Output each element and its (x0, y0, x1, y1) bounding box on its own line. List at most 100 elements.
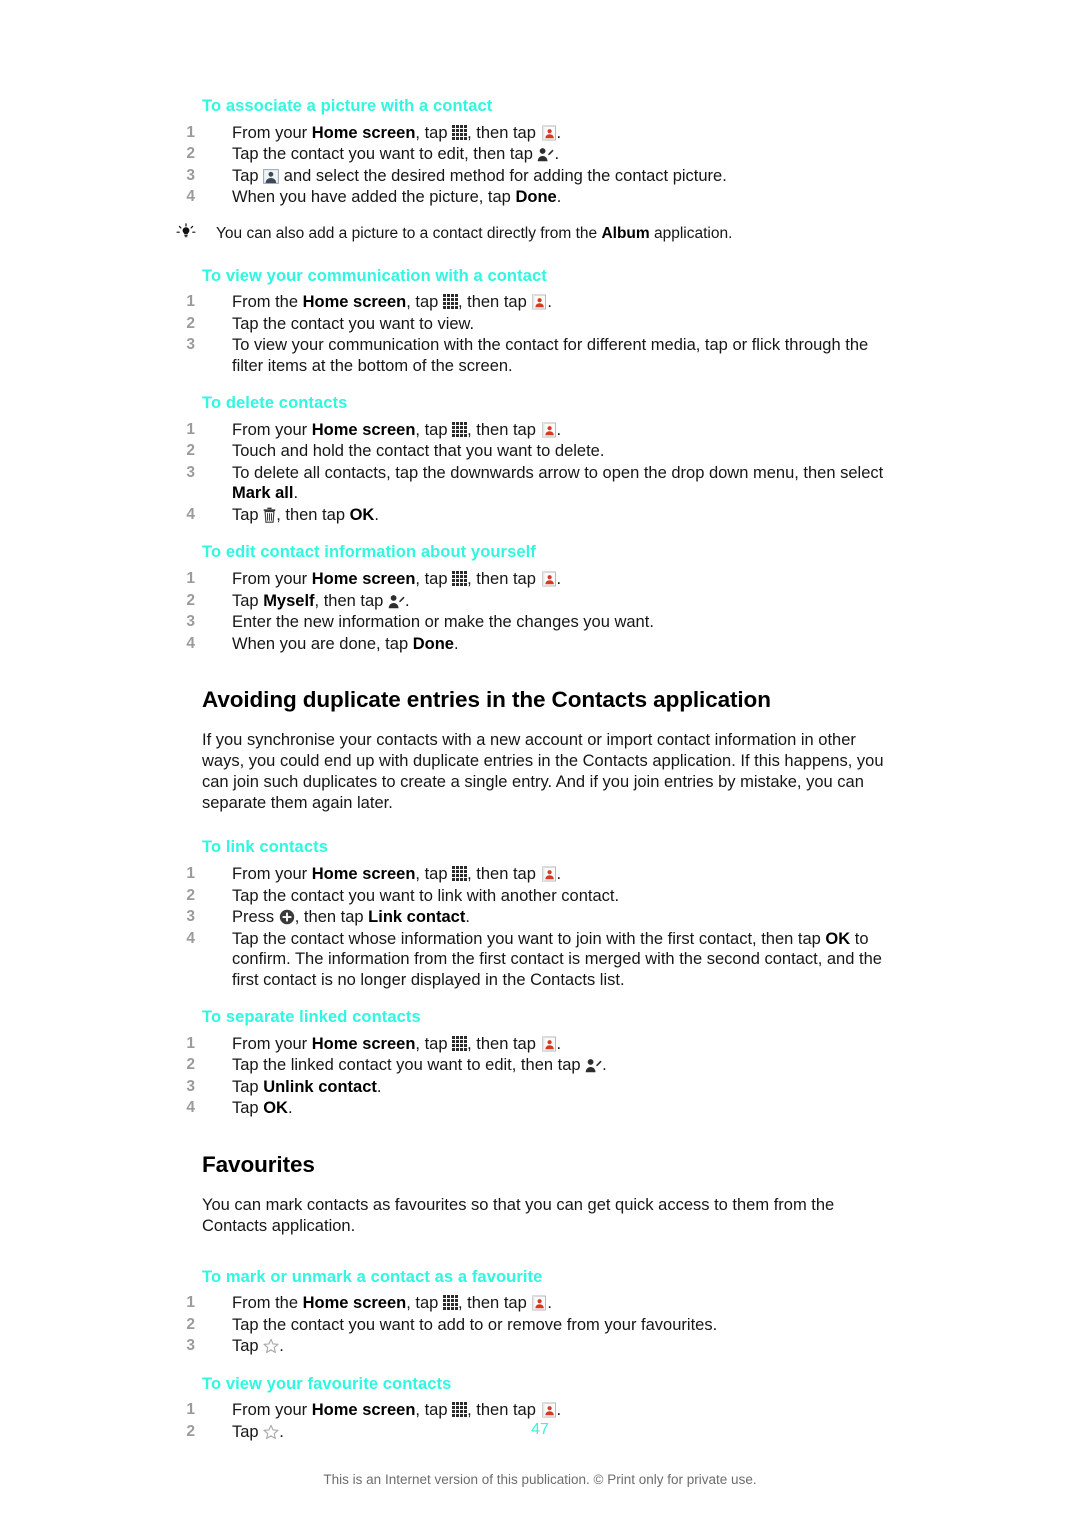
section-favourites: Favourites You can mark contacts as favo… (202, 1150, 902, 1237)
step-text: Tap , then tap OK. (232, 505, 379, 524)
step-list: From your Home screen, tap , then tap . T… (179, 864, 902, 991)
emphasis: Home screen (311, 1401, 416, 1420)
step-item: Press , then tap Link contact. (179, 907, 902, 928)
step-text: Tap Myself, then tap . (232, 591, 410, 610)
step-item: Tap the linked contact you want to edit,… (179, 1055, 902, 1076)
procedure-heading: To edit contact information about yourse… (202, 543, 536, 562)
emphasis: Home screen (311, 865, 416, 884)
step-item: Tap the contact you want to edit, then t… (179, 144, 902, 165)
step-text: Tap Unlink contact. (232, 1077, 382, 1096)
step-text: Press , then tap Link contact. (232, 908, 470, 927)
contacts-icon (531, 1295, 547, 1311)
plus-circle-icon (279, 909, 295, 925)
contacts-icon (541, 866, 557, 882)
section-heading: Avoiding duplicate entries in the Contac… (202, 687, 771, 712)
emphasis: Home screen (311, 1034, 416, 1053)
step-text: From your Home screen, tap , then tap . (232, 570, 562, 588)
emphasis: OK (349, 505, 375, 524)
contacts-icon (541, 125, 557, 141)
step-list: From the Home screen, tap , then tap . Ta… (179, 1293, 902, 1357)
page-content: To associate a picture with a contact Fr… (176, 96, 902, 1443)
step-text: Tap the contact you want to link with an… (232, 886, 620, 905)
step-text: From your Home screen, tap , then tap . (232, 865, 562, 884)
step-item: From your Home screen, tap , then tap . (179, 864, 902, 885)
trash-icon (263, 507, 276, 523)
section-edit-own-info: To edit contact information about yourse… (179, 542, 902, 654)
step-text: Tap the contact whose information you wa… (232, 929, 882, 989)
step-text: Tap the contact you want to edit, then t… (232, 145, 560, 164)
emphasis: Home screen (302, 293, 407, 312)
step-text: From the Home screen, tap , then tap . (232, 293, 552, 312)
step-item: Tap the contact you want to link with an… (179, 886, 902, 907)
edit-person-icon (388, 594, 405, 609)
grid-icon (452, 571, 468, 586)
step-list: From your Home screen, tap , then tap . T… (179, 569, 902, 654)
contacts-icon (541, 1402, 557, 1418)
section-heading: Favourites (202, 1151, 315, 1177)
emphasis: Home screen (311, 570, 416, 588)
step-text: From your Home screen, tap , then tap . (232, 1401, 562, 1420)
step-text: From your Home screen, tap , then tap . (232, 420, 562, 439)
procedure-heading: To separate linked contacts (202, 1008, 421, 1027)
step-item: Tap the contact you want to add to or re… (179, 1315, 902, 1336)
section-link-contacts: To link contacts From your Home screen, … (179, 837, 902, 991)
step-item: From your Home screen, tap , then tap . (179, 1400, 902, 1421)
emphasis: Mark all (232, 484, 294, 503)
step-item: Tap Unlink contact. (179, 1077, 902, 1098)
procedure-heading: To mark or unmark a contact as a favouri… (202, 1267, 543, 1286)
emphasis: OK (825, 929, 851, 948)
tip-callout: You can also add a picture to a contact … (174, 222, 902, 244)
emphasis: Home screen (302, 1294, 407, 1313)
contacts-icon (541, 422, 557, 438)
grid-icon (452, 1402, 468, 1418)
grid-icon (452, 1035, 468, 1051)
step-item: To delete all contacts, tap the downward… (179, 463, 902, 504)
emphasis: Link contact (368, 908, 466, 927)
section-body: If you synchronise your contacts with a … (202, 731, 884, 812)
step-item: Tap , then tap OK. (179, 505, 902, 526)
step-text: From your Home screen, tap , then tap . (232, 123, 562, 142)
step-text: Tap the linked contact you want to edit,… (232, 1056, 607, 1075)
step-item: Tap the contact whose information you wa… (179, 929, 902, 991)
grid-icon (442, 294, 458, 310)
emphasis: Done (515, 188, 557, 207)
step-item: From the Home screen, tap , then tap . (179, 1293, 902, 1314)
copyright-notice: This is an Internet version of this publ… (323, 1472, 757, 1487)
step-item: When you have added the picture, tap Don… (179, 187, 902, 208)
step-text: When you have added the picture, tap Don… (232, 188, 562, 207)
procedure-heading: To link contacts (202, 838, 328, 857)
step-item: From your Home screen, tap , then tap . (179, 123, 902, 144)
step-item: Tap the contact you want to view. (179, 314, 902, 335)
step-item: Tap Myself, then tap . (179, 591, 902, 612)
step-item: Tap . (179, 1336, 902, 1357)
section-view-communication: To view your communication with a contac… (179, 266, 902, 377)
step-text: Enter the new information or make the ch… (232, 613, 654, 631)
contacts-icon (541, 571, 557, 587)
step-list: From your Home screen, tap , then tap . T… (179, 420, 902, 526)
section-body: You can mark contacts as favourites so t… (202, 1195, 835, 1235)
emphasis: OK (263, 1099, 288, 1118)
section-associate-picture: To associate a picture with a contact Fr… (176, 96, 902, 244)
step-text: From your Home screen, tap , then tap . (232, 1034, 562, 1053)
step-list: From your Home screen, tap , then tap . T… (179, 123, 902, 208)
procedure-heading: To delete contacts (202, 394, 348, 413)
contacts-icon (541, 1036, 557, 1052)
section-delete-contacts: To delete contacts From your Home screen… (179, 393, 902, 526)
step-item: To view your communication with the cont… (179, 335, 902, 376)
step-text: From the Home screen, tap , then tap . (232, 1294, 552, 1313)
emphasis: Unlink contact (263, 1077, 377, 1096)
emphasis: Home screen (311, 420, 416, 439)
manual-page: To associate a picture with a contact Fr… (0, 0, 1080, 1527)
page-number: 47 (531, 1421, 549, 1438)
step-text: When you are done, tap Done. (232, 634, 459, 653)
section-avoid-duplicates: Avoiding duplicate entries in the Contac… (202, 685, 902, 813)
emphasis: Myself (263, 591, 315, 610)
grid-icon (452, 124, 468, 140)
step-item: Tap and select the desired method for ad… (179, 166, 902, 187)
